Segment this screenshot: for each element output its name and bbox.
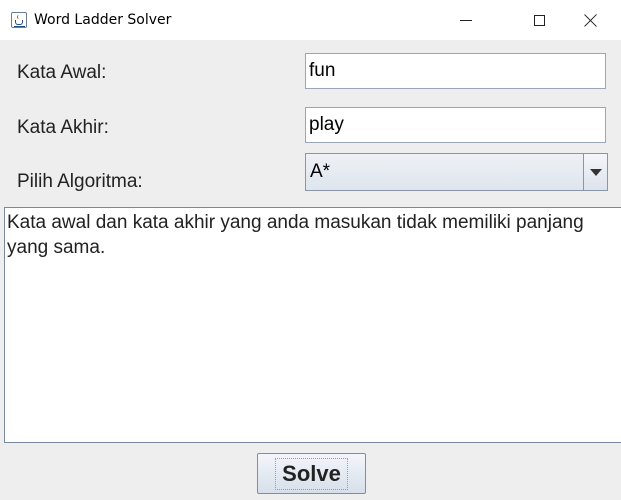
close-icon bbox=[584, 13, 598, 27]
result-text: Kata awal dan kata akhir yang anda masuk… bbox=[7, 212, 584, 258]
window-title: Word Ladder Solver bbox=[34, 12, 172, 28]
main-panel: Kata Awal: fun Kata Akhir: play Pilih Al… bbox=[0, 40, 621, 500]
dropdown-arrow-button[interactable] bbox=[583, 154, 607, 190]
title-bar: Word Ladder Solver bbox=[0, 0, 621, 40]
start-word-label: Kata Awal: bbox=[17, 62, 107, 83]
result-text-area[interactable]: Kata awal dan kata akhir yang anda masuk… bbox=[4, 207, 621, 443]
chevron-down-icon bbox=[589, 168, 602, 176]
close-button[interactable] bbox=[568, 0, 614, 40]
algorithm-label: Pilih Algoritma: bbox=[17, 171, 143, 192]
java-cup-icon bbox=[11, 12, 27, 28]
minimize-button[interactable] bbox=[443, 0, 489, 40]
algorithm-selected-value: A* bbox=[310, 161, 331, 182]
end-word-field[interactable]: play bbox=[305, 107, 606, 143]
end-word-label: Kata Akhir: bbox=[17, 117, 109, 138]
start-word-field[interactable]: fun bbox=[305, 53, 606, 89]
minimize-icon bbox=[460, 19, 472, 21]
maximize-icon bbox=[533, 14, 545, 26]
solve-button-label: Solve bbox=[275, 457, 348, 490]
algorithm-select[interactable]: A* bbox=[305, 153, 608, 191]
solve-button[interactable]: Solve bbox=[257, 453, 366, 494]
maximize-button[interactable] bbox=[516, 0, 562, 40]
